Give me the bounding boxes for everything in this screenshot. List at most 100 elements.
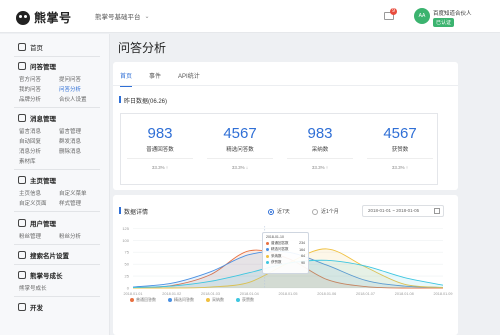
qa-icon — [18, 62, 26, 70]
y-tick-label: 0 — [127, 286, 130, 291]
divider — [207, 158, 273, 159]
sidebar-item-custom-page[interactable]: 自定义页面 — [19, 199, 47, 207]
sidebar-section-growth[interactable]: 熊掌号成长 — [18, 270, 63, 280]
divider — [14, 107, 100, 108]
sidebar-item-comments[interactable]: 留言消息 — [19, 127, 41, 135]
sidebar-item-growth[interactable]: 熊掌号成长 — [19, 284, 47, 292]
swatch-icon — [266, 248, 269, 251]
y-tick-label: 75 — [125, 250, 130, 255]
user-name[interactable]: 百度知道合伙人 — [433, 9, 472, 17]
date-range-picker[interactable]: 2018-01-01 ~ 2018-01-05 — [362, 205, 444, 217]
stat-label: 精选问答数 — [226, 147, 254, 153]
stat-change: 33.3% ↑ — [311, 165, 329, 170]
divider — [14, 211, 100, 212]
tooltip-row: 获赞数 90 — [266, 260, 305, 265]
x-tick-label: 2018.01.09 — [433, 292, 452, 296]
top-bar: 熊掌号 熊掌号基础平台 ⌄ 9 AA 百度知道合伙人 已认证 — [0, 0, 500, 33]
stat-value: 983 — [307, 125, 333, 142]
tooltip-label: 获赞数 — [271, 260, 282, 264]
sidebar-item-style-mgmt[interactable]: 样式管理 — [59, 199, 81, 207]
radio-7-days[interactable]: 近7天 — [268, 208, 290, 215]
sidebar-item-custom-menu[interactable]: 自定义菜单 — [59, 189, 87, 197]
platform-switcher[interactable]: 熊掌号基础平台 ⌄ — [95, 11, 150, 22]
homepage-icon — [18, 176, 26, 184]
sidebar-item-delete-msg[interactable]: 删除消息 — [59, 147, 81, 155]
data-point — [171, 283, 172, 284]
notification-badge: 9 — [390, 8, 397, 15]
legend-item[interactable]: 采纳数 — [206, 297, 224, 303]
stat-normal-answers: 983 普通回答数 — [120, 125, 200, 153]
tooltip-value: 164 — [299, 247, 305, 252]
sidebar-item-ask-qa[interactable]: 提问问答 — [59, 75, 81, 83]
sidebar-item-msg-analysis[interactable]: 消息分析 — [19, 147, 41, 155]
sidebar-item-materials[interactable]: 素材库 — [19, 157, 36, 165]
sidebar-section-search-card[interactable]: 搜索名片设置 — [18, 250, 69, 260]
sidebar-section-messages[interactable]: 消息管理 — [18, 113, 56, 123]
data-point — [210, 281, 211, 282]
logo[interactable]: 熊掌号 — [16, 9, 72, 26]
divider — [367, 158, 433, 159]
radio-1-month[interactable]: 近1个月 — [312, 208, 339, 215]
sidebar-item-comment-mgmt[interactable]: 留言管理 — [59, 127, 81, 135]
user-tag: 已认证 — [433, 18, 455, 27]
tooltip-date: 2018-01-10 — [266, 235, 284, 239]
section-title: 主页管理 — [30, 178, 56, 185]
x-tick-label: 2018.01.05 — [278, 292, 297, 296]
divider — [14, 56, 100, 57]
sidebar-item-brand-analysis[interactable]: 品牌分析 — [19, 95, 41, 103]
user-icon — [18, 219, 26, 227]
radio-label: 近1个月 — [321, 209, 339, 215]
sidebar-section-users[interactable]: 用户管理 — [18, 218, 56, 228]
radio-dot — [312, 208, 318, 215]
search-card-icon — [18, 251, 26, 259]
legend-item[interactable]: 精选问答数 — [168, 297, 194, 303]
sidebar: 首页 问答管理 官方问答 我的问答 品牌分析 提问问答 问答分析 合伙人设置 消… — [0, 34, 110, 335]
swatch-icon — [266, 261, 269, 264]
stat-adopted: 983 采纳数 — [280, 125, 360, 153]
sidebar-item-fans-analysis[interactable]: 粉丝分析 — [59, 232, 81, 240]
swatch-icon — [236, 298, 240, 302]
divider — [14, 244, 100, 245]
data-point — [210, 271, 211, 272]
y-tick-label: 50 — [125, 262, 130, 267]
sidebar-section-qa[interactable]: 问答管理 — [18, 61, 56, 71]
data-point — [326, 260, 327, 261]
sidebar-item-broadcast[interactable]: 群发消息 — [59, 137, 81, 145]
sidebar-item-auto-reply[interactable]: 自动回复 — [19, 137, 41, 145]
page-title: 问答分析 — [118, 41, 167, 55]
tooltip-label: 普通回答数 — [271, 240, 289, 245]
code-icon — [18, 303, 26, 311]
sidebar-item-partner-settings[interactable]: 合伙人设置 — [59, 95, 87, 103]
sidebar-item-home[interactable]: 首页 — [18, 42, 43, 52]
data-point — [249, 250, 250, 251]
sidebar-section-dev[interactable]: 开发 — [18, 302, 43, 312]
x-tick-label: 2018.01.06 — [317, 292, 336, 296]
avatar[interactable]: AA — [414, 8, 430, 24]
section-title: 问答管理 — [30, 64, 56, 71]
sidebar-item-fans-mgmt[interactable]: 粉丝管理 — [19, 232, 41, 240]
sidebar-section-homepage[interactable]: 主页管理 — [18, 175, 56, 185]
chart-tooltip: 2018-01-10 普通回答数 234 精选问答数 164 采纳数 64 获赞数 90 — [262, 232, 309, 274]
legend-item[interactable]: 获赞数 — [236, 297, 254, 303]
logo-text: 熊掌号 — [34, 11, 72, 25]
stat-value: 4567 — [223, 125, 257, 142]
stat-likes: 4567 获赞数 — [360, 125, 440, 153]
sidebar-item-homepage-info[interactable]: 主页信息 — [19, 189, 41, 197]
legend-label: 精选问答数 — [174, 297, 194, 302]
tooltip-value: 90 — [301, 260, 305, 265]
data-point — [443, 285, 444, 286]
sidebar-item-qa-analysis[interactable]: 问答分析 — [59, 85, 81, 93]
legend-item[interactable]: 普通回答数 — [130, 297, 156, 303]
stat-change: 33.3% ↓ — [231, 165, 249, 170]
stat-label: 采纳数 — [311, 147, 329, 153]
divider — [14, 264, 100, 265]
radio-label: 近7天 — [277, 209, 290, 215]
section-title: 搜索名片设置 — [30, 253, 69, 260]
tooltip-row: 普通回答数 234 — [266, 241, 305, 246]
stat-change: 33.3% ↑ — [391, 165, 409, 170]
swatch-icon — [206, 298, 210, 302]
sidebar-item-official-qa[interactable]: 官方问答 — [19, 75, 41, 83]
sidebar-item-my-qa[interactable]: 我的问答 — [19, 85, 41, 93]
divider — [14, 169, 100, 170]
y-tick-label: 25 — [125, 274, 130, 279]
